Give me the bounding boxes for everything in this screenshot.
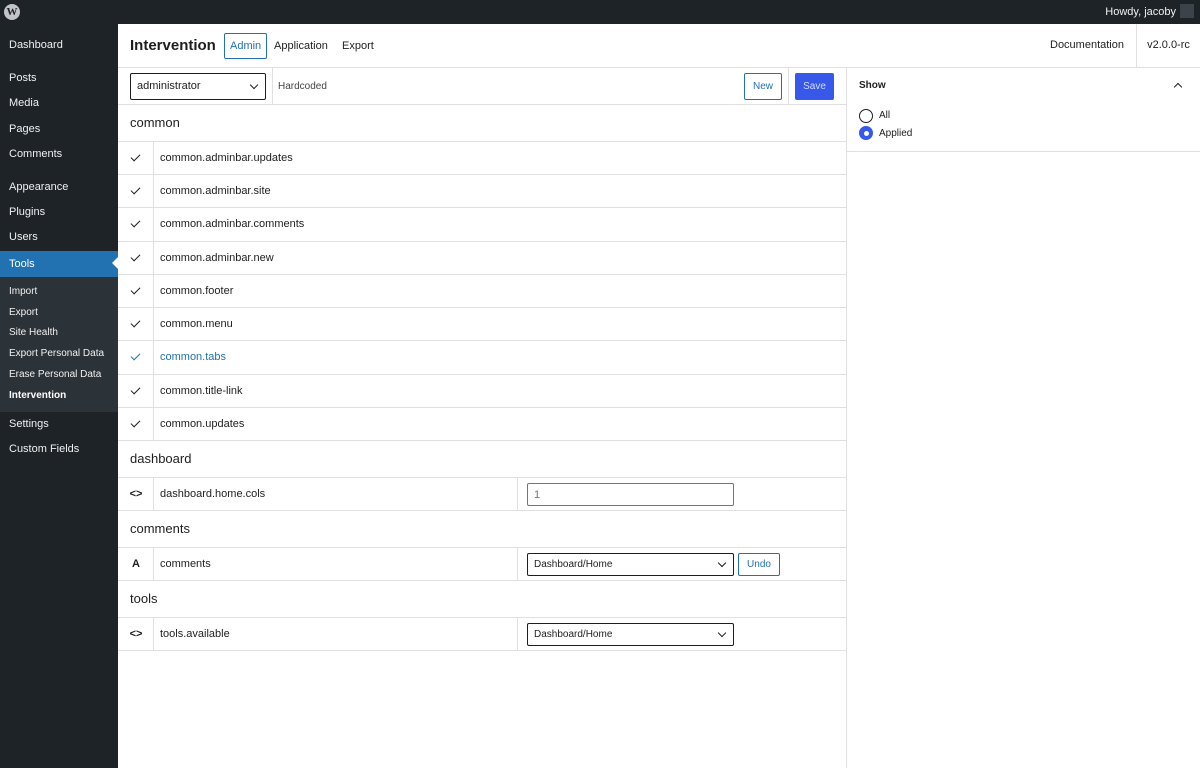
select-value: Dashboard/Home xyxy=(534,629,613,640)
undo-button[interactable]: Undo xyxy=(738,553,780,576)
check-icon xyxy=(130,350,141,361)
chevron-up-icon[interactable] xyxy=(1173,82,1183,92)
group-title-tools: tools xyxy=(130,591,158,606)
divider xyxy=(788,68,789,105)
submenu-item-export[interactable]: Export xyxy=(0,303,118,323)
row-label: common.menu xyxy=(160,318,233,330)
admin-bar: W Howdy, jacoby xyxy=(0,0,1200,24)
page-header: Intervention Admin Application Export Do… xyxy=(118,24,1200,68)
version-label: v2.0.0-rc xyxy=(1136,24,1200,67)
show-panel: Show All Applied xyxy=(847,68,1200,152)
radio-all-label: All xyxy=(879,110,891,121)
radio-applied[interactable] xyxy=(859,126,873,140)
sidebar-item-plugins[interactable]: Plugins xyxy=(0,200,118,224)
radio-applied-label: Applied xyxy=(879,128,913,139)
row-label: comments xyxy=(160,558,211,570)
avatar[interactable] xyxy=(1180,4,1194,18)
sidebar-item-custom-fields[interactable]: Custom Fields xyxy=(0,437,118,461)
table-row[interactable]: common.adminbar.new xyxy=(118,241,846,275)
comments-select[interactable]: Dashboard/Home xyxy=(527,553,734,576)
sidebar-item-comments[interactable]: Comments xyxy=(0,142,118,166)
tab-admin[interactable]: Admin xyxy=(224,33,268,59)
row-label: common.adminbar.updates xyxy=(160,152,293,164)
submenu-item-import[interactable]: Import xyxy=(0,282,118,302)
sidebar-item-tools[interactable]: Tools xyxy=(0,251,118,277)
submenu-item-intervention[interactable]: Intervention xyxy=(0,386,118,406)
table-row[interactable]: common.adminbar.site xyxy=(118,174,846,208)
row-label: dashboard.home.cols xyxy=(160,488,266,500)
role-select[interactable]: administrator xyxy=(130,73,266,100)
tab-application[interactable]: Application xyxy=(269,33,333,59)
group-title-dashboard: dashboard xyxy=(130,451,192,466)
table-row[interactable]: common.adminbar.updates xyxy=(118,141,846,175)
settings-list: common common.adminbar.updates common.ad… xyxy=(118,105,846,768)
hardcoded-label: Hardcoded xyxy=(278,81,327,92)
check-icon xyxy=(130,217,141,228)
row-label: common.title-link xyxy=(160,385,243,397)
check-icon xyxy=(130,317,141,328)
table-row[interactable]: common.updates xyxy=(118,407,846,441)
row-label: common.adminbar.new xyxy=(160,252,274,264)
page-title: Intervention xyxy=(130,37,216,54)
sidebar-item-pages[interactable]: Pages xyxy=(0,117,118,141)
group-title-comments: comments xyxy=(130,521,190,536)
new-button[interactable]: New xyxy=(744,73,782,100)
table-row[interactable]: A comments Dashboard/Home Undo xyxy=(118,547,846,581)
wordpress-icon[interactable]: W xyxy=(4,4,20,20)
table-row[interactable]: common.title-link xyxy=(118,374,846,408)
row-label: common.adminbar.comments xyxy=(160,218,305,230)
check-icon xyxy=(130,384,141,395)
tools-select[interactable]: Dashboard/Home xyxy=(527,623,734,646)
table-row[interactable]: common.menu xyxy=(118,307,846,341)
select-value: Dashboard/Home xyxy=(534,559,613,570)
table-row[interactable]: common.tabs xyxy=(118,340,846,374)
code-icon: <> xyxy=(129,488,143,500)
save-button[interactable]: Save xyxy=(795,73,834,100)
cols-input[interactable] xyxy=(527,483,734,506)
sidebar-item-appearance[interactable]: Appearance xyxy=(0,175,118,199)
divider xyxy=(517,618,518,651)
row-label: common.adminbar.site xyxy=(160,185,271,197)
row-label: common.updates xyxy=(160,418,245,430)
code-icon: <> xyxy=(129,628,143,640)
chevron-down-icon xyxy=(249,80,259,90)
submenu-item-export-personal-data[interactable]: Export Personal Data xyxy=(0,344,118,364)
table-row[interactable]: common.footer xyxy=(118,274,846,308)
sidebar-item-users[interactable]: Users xyxy=(0,225,118,249)
tab-export[interactable]: Export xyxy=(337,33,379,59)
role-select-value: administrator xyxy=(137,80,201,92)
divider xyxy=(517,478,518,511)
check-icon xyxy=(130,151,141,162)
submenu-item-erase-personal-data[interactable]: Erase Personal Data xyxy=(0,365,118,385)
check-icon xyxy=(130,417,141,428)
radio-all[interactable] xyxy=(859,109,873,123)
sidebar-item-media[interactable]: Media xyxy=(0,91,118,115)
chevron-down-icon xyxy=(717,628,727,638)
divider xyxy=(517,548,518,581)
row-label: common.footer xyxy=(160,285,234,297)
table-row[interactable]: <> dashboard.home.cols xyxy=(118,477,846,511)
table-row[interactable]: common.adminbar.comments xyxy=(118,207,846,241)
howdy-user[interactable]: Howdy, jacoby xyxy=(1105,0,1176,24)
filter-panel: Show All Applied xyxy=(846,68,1200,768)
admin-sidebar: Dashboard Posts Media Pages Comments App… xyxy=(0,24,118,768)
divider xyxy=(272,68,273,105)
sidebar-item-settings[interactable]: Settings xyxy=(0,412,118,436)
table-row[interactable]: <> tools.available Dashboard/Home xyxy=(118,617,846,651)
chevron-down-icon xyxy=(717,558,727,568)
show-heading: Show xyxy=(859,80,886,91)
row-label: common.tabs xyxy=(160,351,227,363)
row-label: tools.available xyxy=(160,628,230,640)
toolbar: administrator Hardcoded New Save xyxy=(118,68,846,105)
check-icon xyxy=(130,251,141,262)
group-title-common: common xyxy=(130,115,180,130)
text-icon: A xyxy=(132,558,140,570)
sidebar-item-posts[interactable]: Posts xyxy=(0,66,118,90)
documentation-link[interactable]: Documentation xyxy=(1050,24,1124,66)
submenu-item-site-health[interactable]: Site Health xyxy=(0,323,118,343)
check-icon xyxy=(130,184,141,195)
check-icon xyxy=(130,284,141,295)
tools-submenu: Import Export Site Health Export Persona… xyxy=(0,277,118,412)
sidebar-item-dashboard[interactable]: Dashboard xyxy=(0,33,118,57)
